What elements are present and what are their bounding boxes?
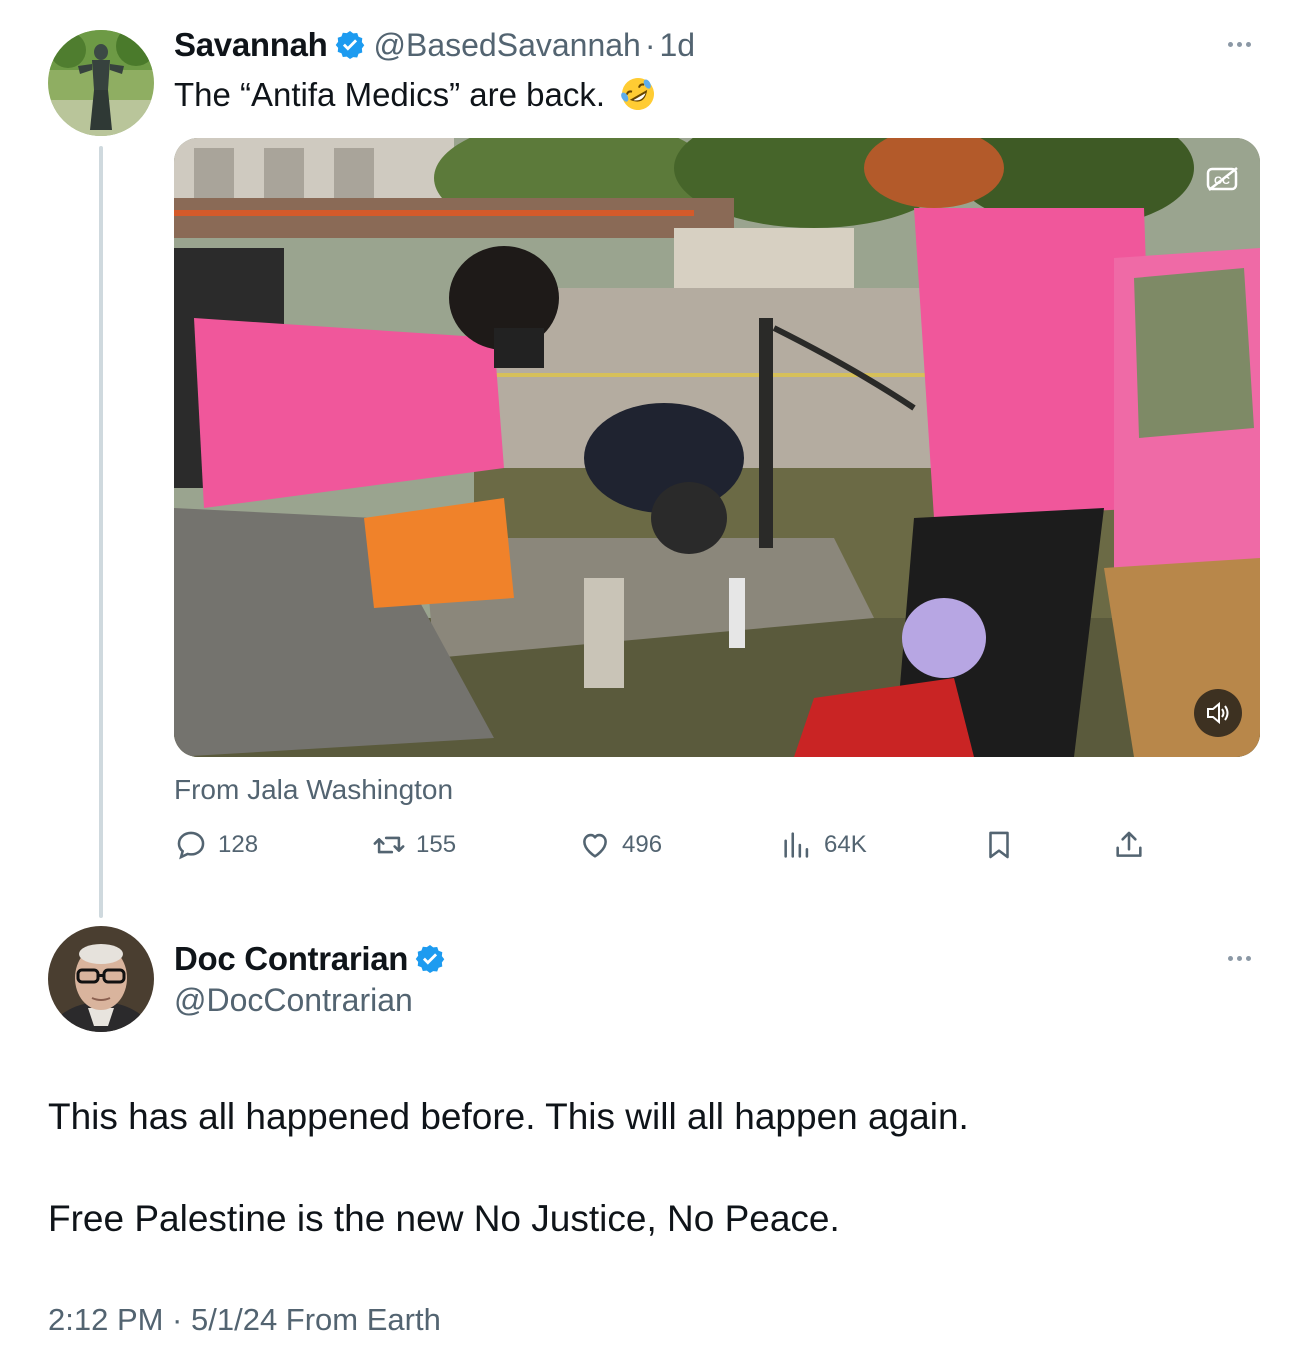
retweet-count: 155	[416, 831, 457, 858]
rolling-laughing-emoji-icon	[621, 78, 655, 110]
handle[interactable]: @BasedSavannah	[374, 27, 641, 64]
handle[interactable]: @DocContrarian	[174, 982, 413, 1019]
analytics-bars-icon	[784, 832, 809, 858]
tweet-action-bar: 128 155 496 64K	[174, 828, 1154, 872]
like-count: 496	[622, 831, 663, 858]
display-name[interactable]: Doc Contrarian	[174, 940, 408, 978]
reply-count: 128	[218, 831, 259, 858]
reply-text-line-1: This has all happened before. This will …	[48, 1096, 969, 1137]
more-dot-icon	[1237, 956, 1242, 961]
avatar-savannah[interactable]	[48, 30, 154, 136]
views-button[interactable]: 64K	[780, 828, 867, 862]
tweet-text-row: The “Antifa Medics” are back.	[174, 76, 656, 114]
like-button[interactable]: 496	[578, 828, 662, 862]
bookmark-icon	[989, 831, 1009, 859]
retweet-button[interactable]: 155	[372, 828, 456, 862]
reply-bubble-icon	[177, 831, 205, 860]
more-dot-icon	[1237, 42, 1242, 47]
tweet-video[interactable]: CC	[174, 138, 1260, 757]
more-dot-icon	[1228, 42, 1233, 47]
avatar-portrait-image	[48, 926, 154, 1032]
volume-button[interactable]	[1194, 689, 1242, 737]
tweet-text: The “Antifa Medics” are back.	[174, 76, 605, 113]
separator-dot: ·	[644, 26, 656, 63]
avatar-doccontrarian[interactable]	[48, 926, 154, 1032]
heart-icon	[583, 833, 607, 858]
reply-handle-row: @DocContrarian	[174, 982, 413, 1019]
reply-timestamp[interactable]: 2:12 PM · 5/1/24 From Earth	[48, 1302, 441, 1338]
more-dot-icon	[1228, 956, 1233, 961]
tweet-header: Savannah @BasedSavannah · 1d	[174, 26, 695, 64]
avatar-statue-image	[48, 30, 154, 136]
retweet-icon	[373, 836, 405, 854]
thread-connector-line	[99, 146, 103, 918]
reply-text-line-2: Free Palestine is the new No Justice, No…	[48, 1198, 840, 1239]
share-button[interactable]	[1112, 828, 1146, 862]
media-source-link[interactable]: From Jala Washington	[174, 774, 453, 806]
display-name[interactable]: Savannah	[174, 26, 328, 64]
reply-header: Doc Contrarian	[174, 940, 446, 978]
more-dot-icon	[1246, 956, 1251, 961]
tweet-time[interactable]: 1d	[660, 27, 696, 64]
reply-button[interactable]: 128	[174, 828, 258, 862]
view-count: 64K	[824, 831, 867, 858]
speaker-icon	[1207, 701, 1229, 725]
more-dot-icon	[1246, 42, 1251, 47]
video-thumbnail-image	[174, 138, 1260, 757]
verified-badge-icon	[415, 945, 445, 973]
more-options-button[interactable]	[1228, 956, 1251, 961]
verified-badge-icon	[335, 31, 364, 59]
more-options-button[interactable]	[1228, 42, 1251, 47]
share-upload-icon	[1116, 831, 1142, 857]
captions-off-icon[interactable]: CC	[1206, 166, 1240, 192]
bookmark-button[interactable]	[982, 828, 1016, 862]
